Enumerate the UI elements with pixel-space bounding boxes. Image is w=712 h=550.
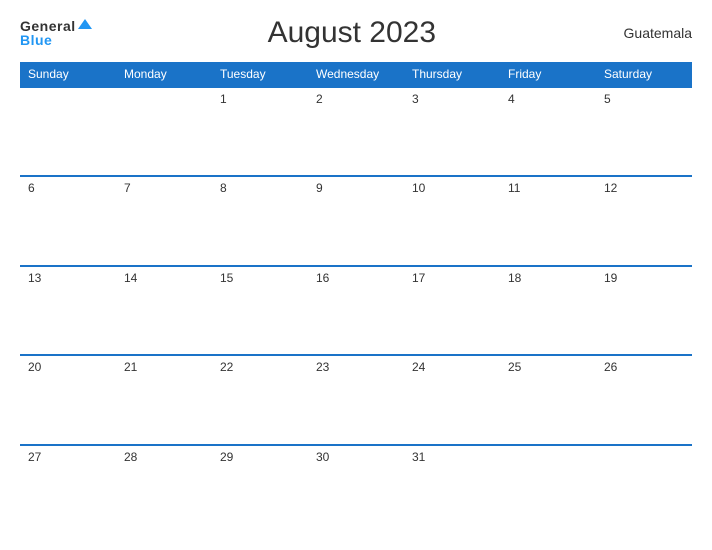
weekday-header-tuesday: Tuesday [212, 62, 308, 87]
calendar-cell [20, 87, 116, 176]
day-number: 17 [412, 271, 425, 285]
day-number: 5 [604, 92, 611, 106]
calendar-cell: 28 [116, 445, 212, 534]
logo-triangle-icon [78, 19, 92, 29]
month-title: August 2023 [92, 16, 612, 50]
calendar-cell: 8 [212, 176, 308, 265]
weekday-header-monday: Monday [116, 62, 212, 87]
country-label: Guatemala [612, 25, 692, 41]
calendar-cell: 24 [404, 355, 500, 444]
day-number: 9 [316, 181, 323, 195]
day-number: 12 [604, 181, 617, 195]
weekday-header-row: SundayMondayTuesdayWednesdayThursdayFrid… [20, 62, 692, 87]
day-number: 4 [508, 92, 515, 106]
calendar-cell: 2 [308, 87, 404, 176]
calendar-cell: 14 [116, 266, 212, 355]
calendar-cell: 19 [596, 266, 692, 355]
weekday-header-sunday: Sunday [20, 62, 116, 87]
day-number: 18 [508, 271, 521, 285]
calendar-cell: 27 [20, 445, 116, 534]
weekday-header-saturday: Saturday [596, 62, 692, 87]
calendar-week-row: 6 7 8 9 10 11 12 [20, 176, 692, 265]
day-number: 30 [316, 450, 329, 464]
day-number: 28 [124, 450, 137, 464]
calendar-week-row: 27 28 29 30 31 [20, 445, 692, 534]
day-number: 24 [412, 360, 425, 374]
calendar-cell: 16 [308, 266, 404, 355]
weekday-header-friday: Friday [500, 62, 596, 87]
day-number: 14 [124, 271, 137, 285]
day-number: 19 [604, 271, 617, 285]
day-number: 29 [220, 450, 233, 464]
calendar-cell: 23 [308, 355, 404, 444]
calendar-cell: 7 [116, 176, 212, 265]
day-number: 1 [220, 92, 227, 106]
calendar-cell: 15 [212, 266, 308, 355]
calendar-cell: 20 [20, 355, 116, 444]
day-number: 6 [28, 181, 35, 195]
day-number: 23 [316, 360, 329, 374]
calendar-cell: 11 [500, 176, 596, 265]
day-number: 27 [28, 450, 41, 464]
day-number: 3 [412, 92, 419, 106]
logo-blue-text: Blue [20, 33, 92, 47]
calendar-cell: 13 [20, 266, 116, 355]
calendar-cell [116, 87, 212, 176]
calendar-cell: 31 [404, 445, 500, 534]
calendar-cell [596, 445, 692, 534]
calendar-cell: 10 [404, 176, 500, 265]
logo: General Blue [20, 19, 92, 47]
day-number: 25 [508, 360, 521, 374]
day-number: 26 [604, 360, 617, 374]
calendar-cell: 12 [596, 176, 692, 265]
calendar-cell: 30 [308, 445, 404, 534]
calendar-cell: 9 [308, 176, 404, 265]
logo-general-text: General [20, 19, 76, 33]
calendar-cell: 26 [596, 355, 692, 444]
day-number: 20 [28, 360, 41, 374]
day-number: 11 [508, 181, 520, 195]
day-number: 13 [28, 271, 41, 285]
calendar-cell [500, 445, 596, 534]
calendar-page: General Blue August 2023 Guatemala Sunda… [0, 0, 712, 550]
day-number: 7 [124, 181, 131, 195]
day-number: 31 [412, 450, 425, 464]
calendar-week-row: 13 14 15 16 17 18 19 [20, 266, 692, 355]
calendar-cell: 1 [212, 87, 308, 176]
calendar-week-row: 20 21 22 23 24 25 26 [20, 355, 692, 444]
calendar-cell: 5 [596, 87, 692, 176]
header: General Blue August 2023 Guatemala [20, 16, 692, 50]
weekday-header-thursday: Thursday [404, 62, 500, 87]
day-number: 2 [316, 92, 323, 106]
day-number: 22 [220, 360, 233, 374]
calendar-cell: 21 [116, 355, 212, 444]
calendar-cell: 18 [500, 266, 596, 355]
calendar-cell: 25 [500, 355, 596, 444]
calendar-cell: 29 [212, 445, 308, 534]
weekday-header-wednesday: Wednesday [308, 62, 404, 87]
day-number: 10 [412, 181, 425, 195]
day-number: 21 [124, 360, 137, 374]
day-number: 16 [316, 271, 329, 285]
day-number: 8 [220, 181, 227, 195]
day-number: 15 [220, 271, 233, 285]
calendar-cell: 3 [404, 87, 500, 176]
calendar-week-row: 1 2 3 4 5 [20, 87, 692, 176]
calendar-cell: 6 [20, 176, 116, 265]
calendar-table: SundayMondayTuesdayWednesdayThursdayFrid… [20, 62, 692, 534]
calendar-cell: 17 [404, 266, 500, 355]
calendar-cell: 22 [212, 355, 308, 444]
calendar-cell: 4 [500, 87, 596, 176]
